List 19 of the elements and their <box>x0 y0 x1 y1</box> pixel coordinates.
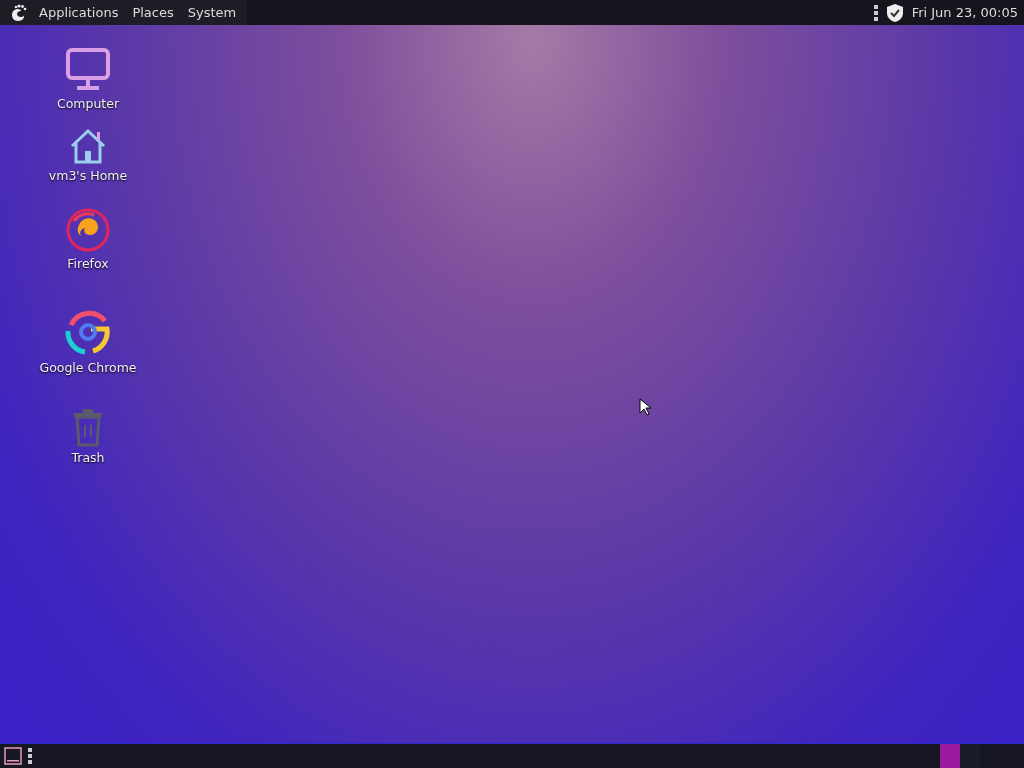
icon-label[interactable]: Trash <box>71 450 105 465</box>
icon-label[interactable]: Computer <box>56 96 120 111</box>
firefox-icon[interactable] <box>65 207 111 253</box>
handle-icon[interactable] <box>873 3 878 22</box>
workspace-switcher-button[interactable] <box>940 744 960 768</box>
workspace-switcher-button[interactable] <box>960 744 980 768</box>
icon-label[interactable]: vm3's Home <box>48 168 128 183</box>
house-icon[interactable] <box>69 127 107 165</box>
handle-icon[interactable] <box>28 747 32 765</box>
panel-menu[interactable]: Places <box>129 5 177 20</box>
clock[interactable]: Fri Jun 23, 00:05 <box>911 5 1018 20</box>
shield-check-icon[interactable] <box>885 2 904 23</box>
panel-menu[interactable]: System <box>184 5 240 20</box>
monitor-icon[interactable] <box>65 47 111 93</box>
show-desktop-icon[interactable] <box>4 747 22 765</box>
panel-menu[interactable]: Applications <box>36 5 122 20</box>
icon-label[interactable]: Firefox <box>67 256 109 271</box>
mouse-pointer-icon <box>639 398 651 416</box>
icon-label[interactable]: Google Chrome <box>39 360 137 375</box>
